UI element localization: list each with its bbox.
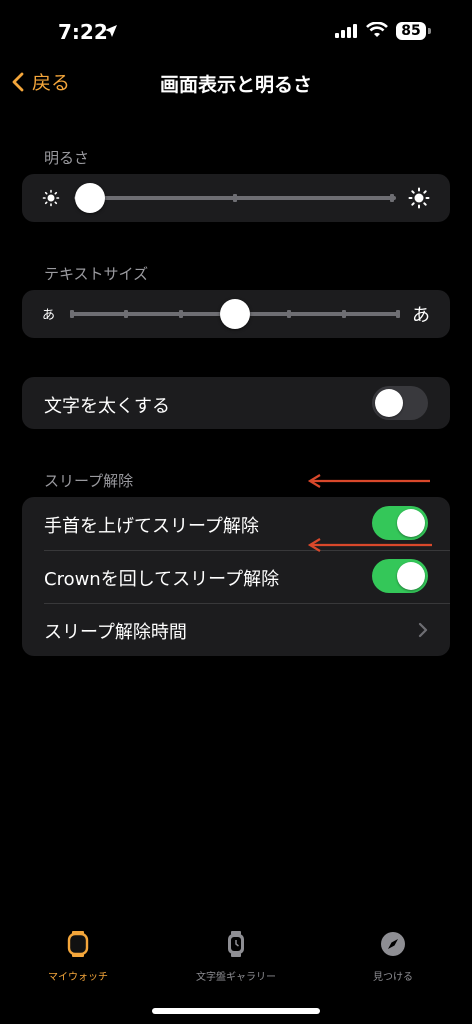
watch-face-icon [228, 931, 244, 957]
tab-label: 見つける [373, 972, 413, 983]
brightness-slider-thumb[interactable] [75, 183, 106, 213]
wake-row-crown[interactable]: Crownを回してスリープ解除 [22, 551, 450, 603]
navigation-bar: 戻る 画面表示と明るさ [0, 62, 472, 106]
battery-level: 85 [401, 23, 421, 39]
brightness-slider-tick [233, 194, 237, 202]
bold-text-card: 文字を太くする [22, 377, 450, 429]
sun-large-icon [408, 187, 430, 209]
text-size-slider-tick [287, 310, 292, 318]
raise-wrist-toggle[interactable] [372, 506, 428, 540]
text-size-section-label: テキストサイズ [44, 265, 149, 283]
status-time: 7:22 [58, 20, 108, 44]
text-size-card: あ あ [22, 290, 450, 338]
wake-section-label: スリープ解除 [44, 472, 134, 490]
crown-wake-toggle[interactable] [372, 559, 428, 593]
text-size-slider-tick [396, 310, 400, 318]
text-size-slider-tick [341, 310, 346, 318]
brightness-card [22, 174, 450, 222]
cellular-signal-icon [335, 24, 357, 38]
text-size-slider-thumb[interactable] [220, 299, 250, 329]
toggle-knob [397, 562, 425, 590]
bold-text-toggle[interactable] [372, 386, 428, 420]
tab-label: 文字盤ギャラリー [196, 972, 276, 983]
tab-my-watch[interactable]: マイウォッチ [8, 930, 148, 983]
raise-wrist-label: 手首を上げてスリープ解除 [44, 516, 259, 537]
compass-icon [381, 932, 405, 956]
battery-cap [428, 28, 431, 34]
status-bar: 7:22 85 [0, 0, 472, 60]
tab-face-gallery[interactable]: 文字盤ギャラリー [166, 930, 306, 983]
location-arrow-icon [105, 25, 117, 37]
brightness-section-label: 明るさ [44, 149, 90, 167]
text-size-slider-tick [70, 310, 74, 318]
annotation-arrow [307, 538, 432, 552]
crown-wake-label: Crownを回してスリープ解除 [44, 569, 280, 590]
brightness-slider-tick [390, 194, 394, 202]
wake-row-duration[interactable]: スリープ解除時間 [22, 604, 450, 656]
wifi-icon [366, 22, 388, 37]
text-size-small-glyph: あ [42, 308, 56, 323]
wake-card: 手首を上げてスリープ解除 Crownを回してスリープ解除 スリープ解除時間 [22, 497, 450, 656]
toggle-knob [397, 509, 425, 537]
bold-text-label: 文字を太くする [44, 396, 170, 417]
text-size-large-glyph: あ [412, 305, 430, 326]
watch-icon [67, 931, 89, 957]
text-size-slider-tick [178, 310, 183, 318]
chevron-right-icon [418, 622, 428, 638]
text-size-slider-tick [124, 310, 129, 318]
tab-discover[interactable]: 見つける [323, 930, 463, 983]
sun-small-icon [42, 189, 60, 207]
battery-indicator: 85 [396, 22, 426, 40]
home-indicator [152, 1008, 320, 1014]
toggle-knob [375, 389, 403, 417]
tab-label: マイウォッチ [48, 972, 108, 983]
wake-duration-label: スリープ解除時間 [44, 622, 187, 643]
tab-bar: マイウォッチ 文字盤ギャラリー 見つける [0, 930, 472, 1000]
page-title: 画面表示と明るさ [159, 74, 312, 96]
annotation-arrow [307, 474, 430, 488]
